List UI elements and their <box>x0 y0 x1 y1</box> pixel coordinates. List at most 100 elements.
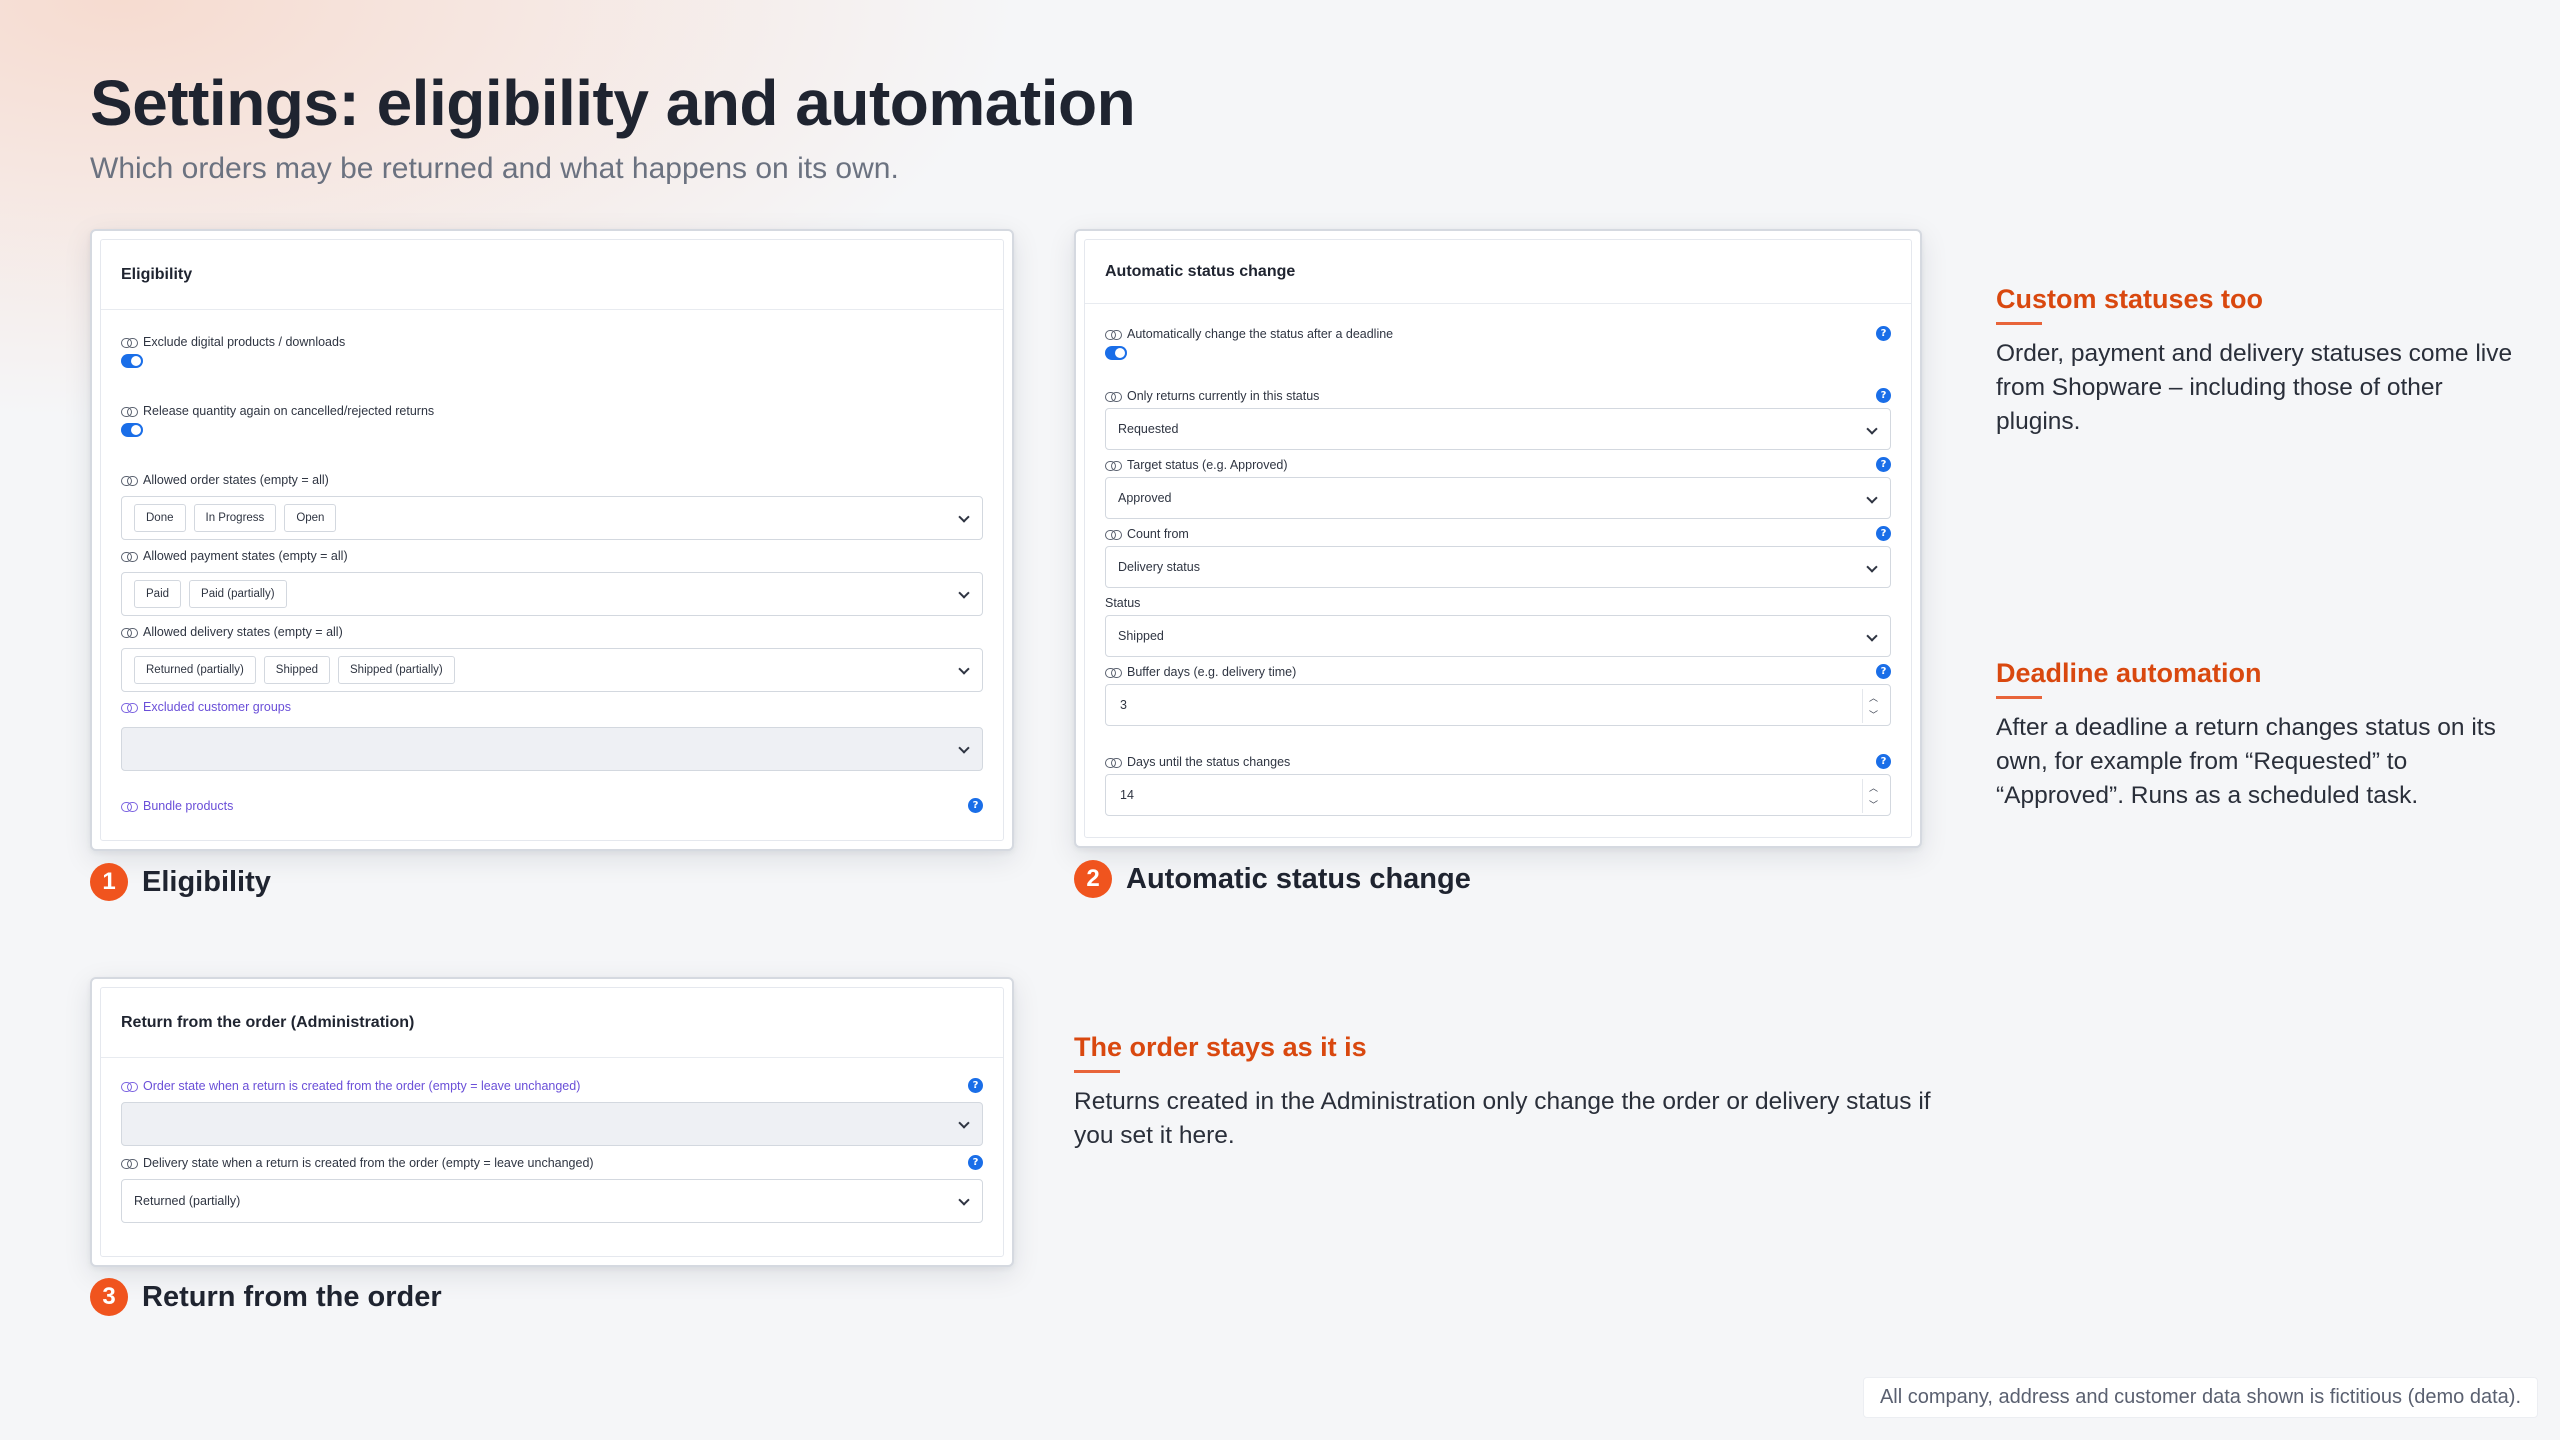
number-stepper[interactable]: ︿ ﹀ <box>1862 779 1884 813</box>
excluded-groups-select[interactable] <box>121 727 983 771</box>
return-from-order-panel: Return from the order (Administration) O… <box>90 977 1014 1267</box>
return-from-order-panel-header: Return from the order (Administration) <box>101 988 1003 1058</box>
info-custom-statuses: Custom statuses too Order, payment and d… <box>1996 284 2516 439</box>
inherit-link-icon[interactable] <box>121 627 138 638</box>
eligibility-caption: 1 Eligibility <box>90 863 271 901</box>
auto-status-caption: 2 Automatic status change <box>1074 860 1471 898</box>
days-until-label: Days until the status changes ? <box>1105 752 1891 772</box>
chevron-down-icon <box>958 742 970 754</box>
auto-status-panel: Automatic status change Automatically ch… <box>1074 229 1922 848</box>
order-state-chip[interactable]: In Progress <box>193 504 277 532</box>
chevron-down-icon <box>958 511 970 523</box>
help-icon[interactable]: ? <box>968 1078 983 1093</box>
info-text: Returns created in the Administration on… <box>1074 1088 1931 1149</box>
info-order-stays: The order stays as it is Returns created… <box>1074 1032 1934 1153</box>
target-status-label: Target status (e.g. Approved) ? <box>1105 455 1891 475</box>
inherit-link-icon[interactable] <box>121 406 138 417</box>
excluded-groups-label: Excluded customer groups <box>121 697 983 717</box>
eligibility-panel-header: Eligibility <box>101 240 1003 310</box>
inherit-link-icon[interactable] <box>1105 667 1122 678</box>
page-title: Settings: eligibility and automation <box>90 67 1136 139</box>
stepper-down-icon[interactable]: ﹀ <box>1863 706 1884 723</box>
inherit-link-icon[interactable] <box>1105 757 1122 768</box>
chevron-down-icon <box>958 587 970 599</box>
auto-status-panel-header: Automatic status change <box>1085 240 1911 304</box>
order-state-on-return-select[interactable] <box>121 1102 983 1146</box>
stepper-up-icon[interactable]: ︿ <box>1863 779 1884 796</box>
stepper-down-icon[interactable]: ﹀ <box>1863 796 1884 813</box>
chevron-down-icon <box>1866 492 1878 504</box>
inherit-link-icon[interactable] <box>121 1081 138 1092</box>
help-icon[interactable]: ? <box>968 1155 983 1170</box>
auto-change-label: Automatically change the status after a … <box>1105 324 1891 344</box>
exclude-digital-toggle[interactable] <box>121 354 143 368</box>
order-states-multiselect[interactable]: Done In Progress Open <box>121 496 983 540</box>
bundle-products-label: Bundle products ? <box>121 796 983 816</box>
delivery-state-chip[interactable]: Shipped (partially) <box>338 656 455 684</box>
step-number-badge: 2 <box>1074 860 1112 898</box>
order-states-label: Allowed order states (empty = all) <box>121 470 983 490</box>
auto-change-toggle[interactable] <box>1105 346 1127 360</box>
chevron-down-icon <box>1866 561 1878 573</box>
info-text: After a deadline a return changes status… <box>1996 714 2496 809</box>
inherit-link-icon[interactable] <box>121 475 138 486</box>
release-quantity-toggle[interactable] <box>121 423 143 437</box>
order-state-chip[interactable]: Open <box>284 504 337 532</box>
number-stepper[interactable]: ︿ ﹀ <box>1862 689 1884 723</box>
inherit-link-icon[interactable] <box>121 1158 138 1169</box>
only-returns-label: Only returns currently in this status ? <box>1105 386 1891 406</box>
chevron-down-icon <box>958 1117 970 1129</box>
help-icon[interactable]: ? <box>1876 526 1891 541</box>
chevron-down-icon <box>958 663 970 675</box>
chevron-down-icon <box>1866 630 1878 642</box>
help-icon[interactable]: ? <box>968 798 983 813</box>
status-select[interactable]: Shipped <box>1105 615 1891 657</box>
demo-data-note: All company, address and customer data s… <box>1862 1377 2538 1418</box>
count-from-label: Count from ? <box>1105 524 1891 544</box>
step-number-badge: 3 <box>90 1278 128 1316</box>
inherit-link-icon[interactable] <box>121 801 138 812</box>
inherit-link-icon[interactable] <box>121 337 138 348</box>
delivery-state-chip[interactable]: Returned (partially) <box>134 656 256 684</box>
info-deadline-automation: Deadline automation After a deadline a r… <box>1996 658 2516 813</box>
delivery-states-label: Allowed delivery states (empty = all) <box>121 622 983 642</box>
help-icon[interactable]: ? <box>1876 664 1891 679</box>
inherit-link-icon[interactable] <box>121 551 138 562</box>
chevron-down-icon <box>1866 423 1878 435</box>
inherit-link-icon[interactable] <box>1105 391 1122 402</box>
help-icon[interactable]: ? <box>1876 754 1891 769</box>
return-from-order-caption: 3 Return from the order <box>90 1278 442 1316</box>
only-returns-select[interactable]: Requested <box>1105 408 1891 450</box>
payment-state-chip[interactable]: Paid <box>134 580 182 608</box>
delivery-states-multiselect[interactable]: Returned (partially) Shipped Shipped (pa… <box>121 648 983 692</box>
payment-state-chip[interactable]: Paid (partially) <box>189 580 287 608</box>
chevron-down-icon <box>958 1194 970 1206</box>
help-icon[interactable]: ? <box>1876 388 1891 403</box>
info-title: Deadline automation <box>1996 658 2262 699</box>
delivery-state-on-return-label: Delivery state when a return is created … <box>121 1153 983 1173</box>
delivery-state-on-return-select[interactable]: Returned (partially) <box>121 1179 983 1223</box>
payment-states-multiselect[interactable]: Paid Paid (partially) <box>121 572 983 616</box>
days-until-input[interactable]: 14 ︿ ﹀ <box>1105 774 1891 816</box>
inherit-link-icon[interactable] <box>1105 460 1122 471</box>
page-subtitle: Which orders may be returned and what ha… <box>90 152 899 185</box>
eligibility-panel: Eligibility Exclude digital products / d… <box>90 229 1014 851</box>
release-quantity-label: Release quantity again on cancelled/reje… <box>121 401 983 421</box>
buffer-days-label: Buffer days (e.g. delivery time) ? <box>1105 662 1891 682</box>
payment-states-label: Allowed payment states (empty = all) <box>121 546 983 566</box>
order-state-on-return-label: Order state when a return is created fro… <box>121 1076 983 1096</box>
count-from-select[interactable]: Delivery status <box>1105 546 1891 588</box>
inherit-link-icon[interactable] <box>1105 529 1122 540</box>
order-state-chip[interactable]: Done <box>134 504 186 532</box>
inherit-link-icon[interactable] <box>121 702 138 713</box>
delivery-state-chip[interactable]: Shipped <box>263 656 331 684</box>
help-icon[interactable]: ? <box>1876 457 1891 472</box>
status-label: Status <box>1105 596 1141 610</box>
buffer-days-input[interactable]: 3 ︿ ﹀ <box>1105 684 1891 726</box>
info-title: The order stays as it is <box>1074 1032 1367 1073</box>
help-icon[interactable]: ? <box>1876 326 1891 341</box>
target-status-select[interactable]: Approved <box>1105 477 1891 519</box>
stepper-up-icon[interactable]: ︿ <box>1863 689 1884 706</box>
exclude-digital-label: Exclude digital products / downloads <box>121 332 983 352</box>
inherit-link-icon[interactable] <box>1105 329 1122 340</box>
